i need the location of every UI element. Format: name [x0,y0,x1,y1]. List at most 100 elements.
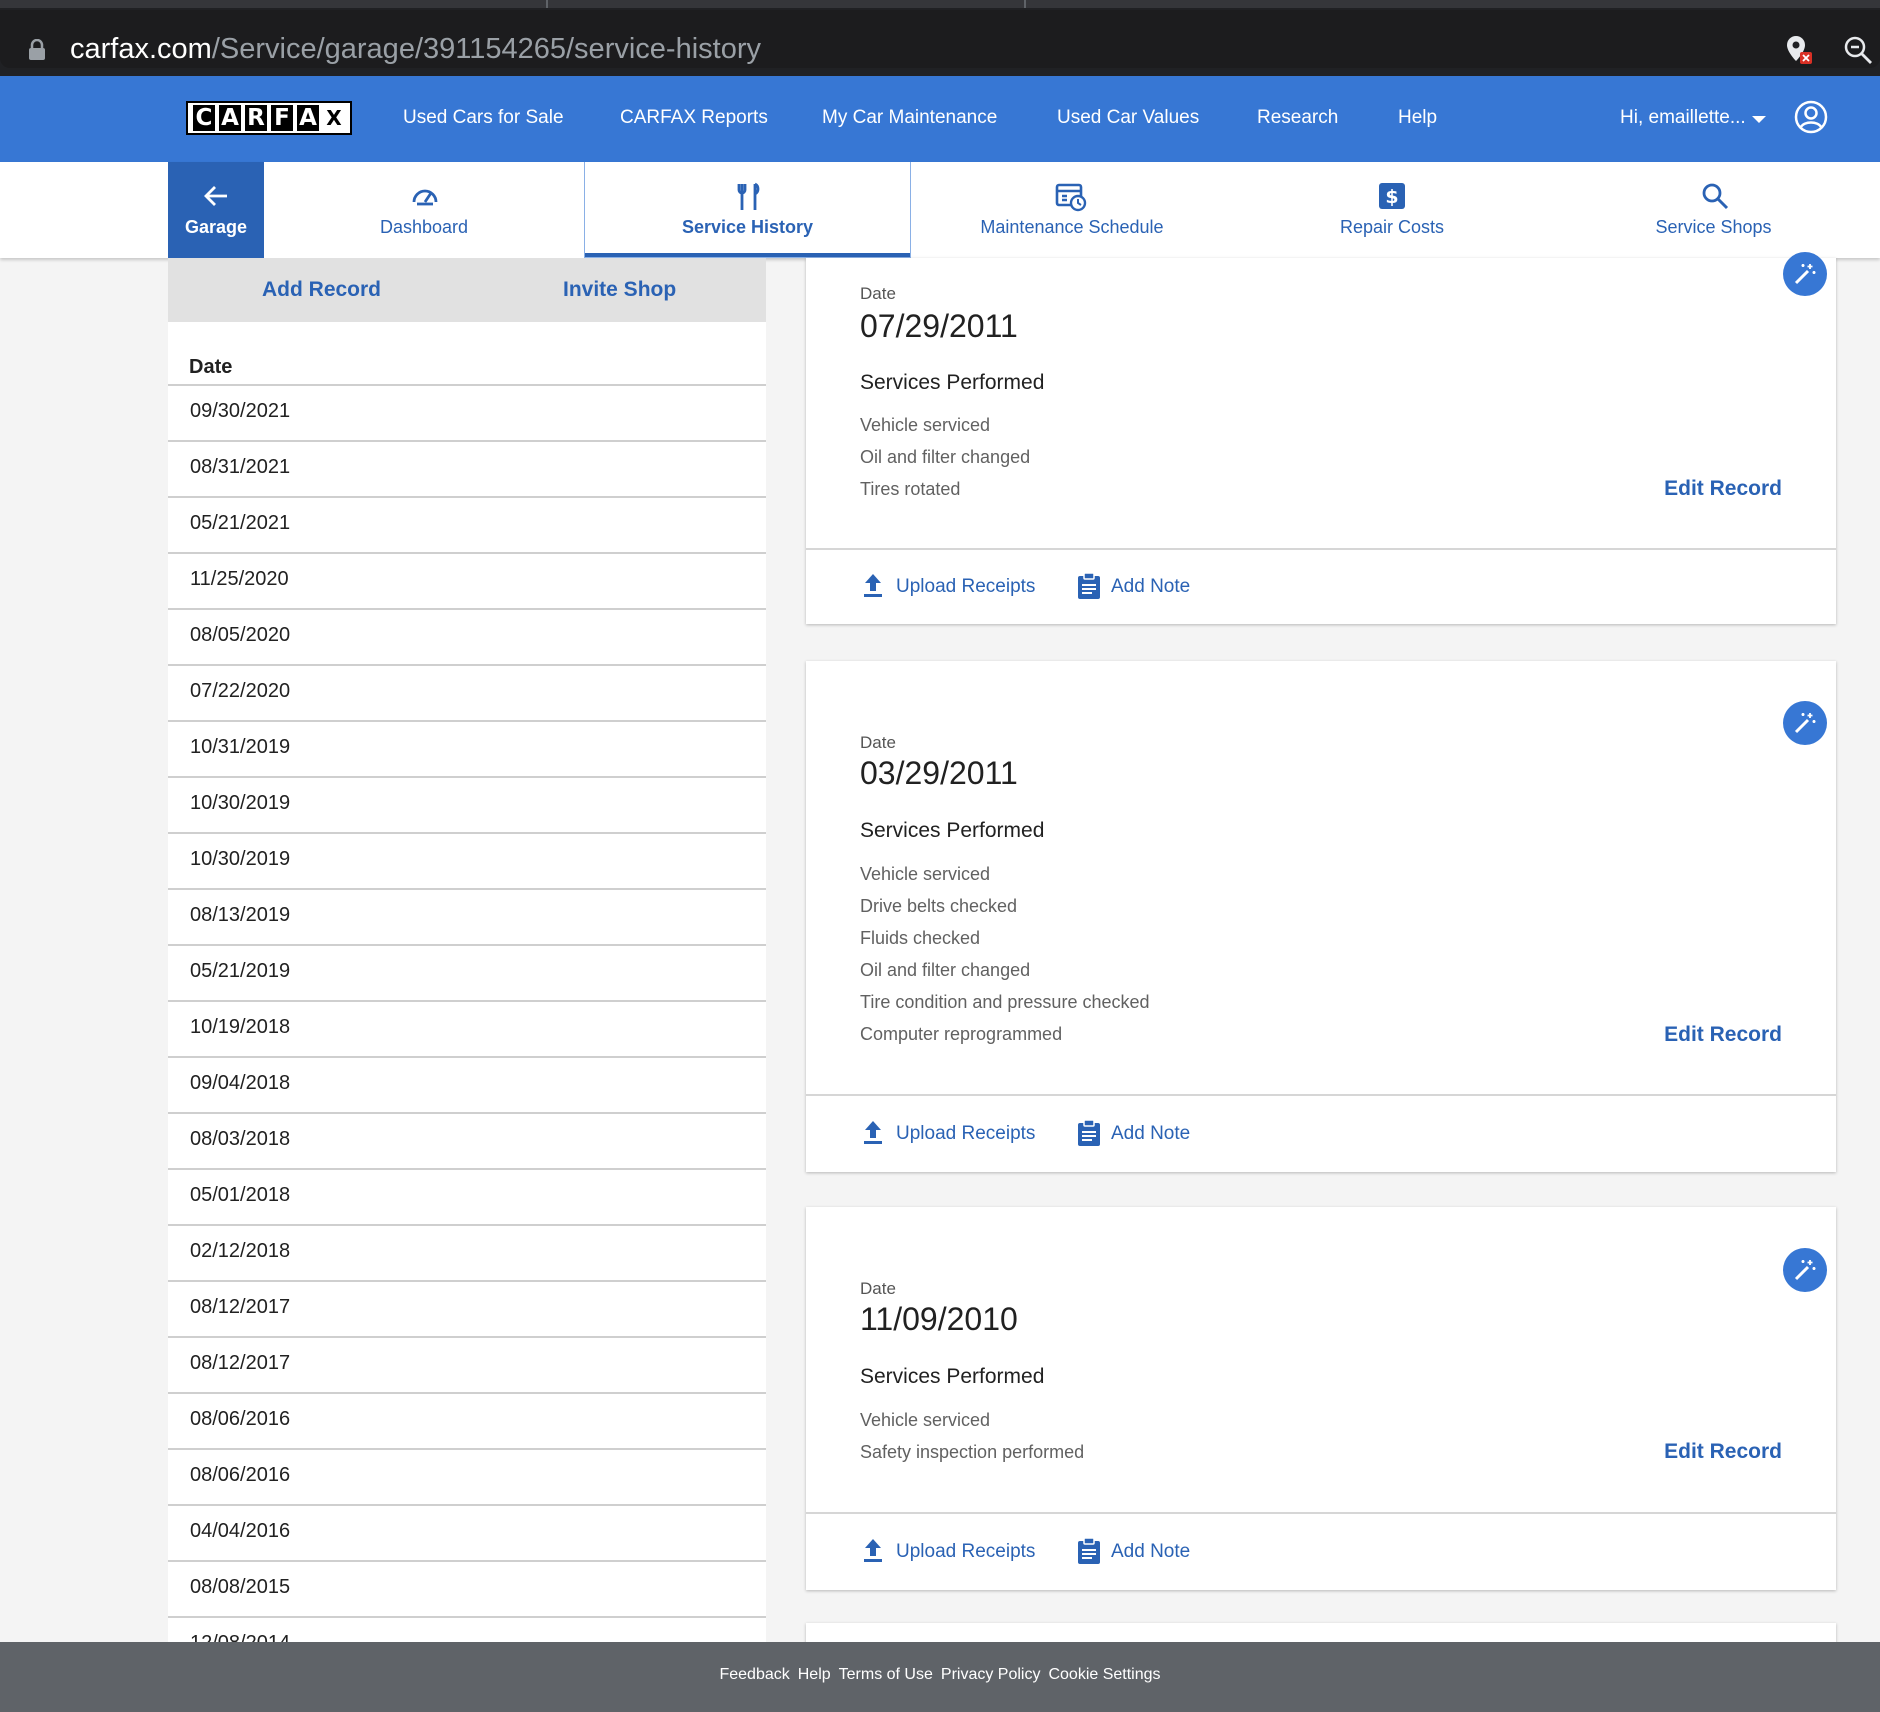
record-date-label: Date [860,733,896,752]
tab-service-shops-label: Service Shops [1655,217,1772,237]
tab-repair-costs-label: Repair Costs [1339,217,1445,237]
invite-shop-button[interactable]: Invite Shop [563,278,676,302]
nav-car-maintenance[interactable]: My Car Maintenance [822,106,997,130]
tab-maintenance-schedule[interactable]: Maintenance Schedule [911,162,1233,258]
edit-record-button[interactable]: Edit Record [1664,477,1782,501]
add-record-button[interactable]: Add Record [262,278,381,302]
date-list-item[interactable]: 08/12/2017 [168,1280,766,1336]
upload-receipts-button[interactable]: Upload Receipts [864,1539,1036,1563]
date-list-item[interactable]: 11/25/2020 [168,552,766,608]
nav-carfax-reports[interactable]: CARFAX Reports [620,106,768,130]
upload-icon [864,574,882,597]
edit-record-button[interactable]: Edit Record [1664,1440,1782,1464]
footer-link-feedback[interactable]: Feedback [719,1666,789,1683]
service-item: Safety inspection performed [860,1442,1085,1462]
svg-text:$: $ [1385,186,1398,208]
date-list-item[interactable]: 10/19/2018 [168,1000,766,1056]
browser-tab-strip [0,0,1880,8]
chevron-down-icon[interactable] [1752,116,1766,123]
date-list-item[interactable]: 05/01/2018 [168,1168,766,1224]
url-text[interactable]: carfax.com/Service/garage/391154265/serv… [70,32,761,66]
dollar-icon: $ [1379,183,1405,209]
date-list-item[interactable]: 10/30/2019 [168,776,766,832]
date-list-item[interactable]: 08/08/2015 [168,1560,766,1616]
logo-letter: C [193,105,215,131]
upload-receipts-button[interactable]: Upload Receipts [864,574,1035,598]
date-list-item[interactable]: 08/03/2018 [168,1112,766,1168]
logo-letter: X [323,105,345,131]
tab-service-history[interactable]: Service History [584,162,911,258]
magic-wand-button[interactable] [1783,252,1827,296]
record-actions-bar: Add Record Invite Shop [168,258,766,322]
logo-letter: R [245,105,267,131]
footer-link-cookie-settings[interactable]: Cookie Settings [1048,1666,1160,1683]
services-list: Vehicle serviced Drive belts checked Fluid… [860,858,1150,1050]
logo-letter: A [219,105,241,131]
service-item: Fluids checked [860,928,981,948]
service-record-card: Date 03/29/2011 Services Performed Vehic… [806,661,1836,1172]
date-list-item[interactable]: 02/12/2018 [168,1224,766,1280]
nav-research[interactable]: Research [1257,106,1338,130]
edit-record-button[interactable]: Edit Record [1664,1023,1782,1047]
clipboard-icon [1078,572,1100,599]
tab-service-history-label: Service History [681,217,814,237]
service-dates-panel: Add Record Invite Shop Date 09/30/2021 08… [168,258,766,1642]
magic-wand-icon [1794,713,1816,734]
tab-repair-costs[interactable]: $ Repair Costs [1233,162,1551,258]
date-list-item[interactable]: 05/21/2021 [168,496,766,552]
location-blocked-icon[interactable] [1784,34,1814,66]
add-note-button[interactable]: Add Note [1078,572,1191,599]
services-list: Vehicle serviced Safety inspection perfor… [860,1404,1084,1468]
services-performed-title: Services Performed [860,1365,1045,1388]
upload-receipts-button[interactable]: Upload Receipts [864,1121,1035,1145]
footer-link-help[interactable]: Help [798,1666,831,1683]
nav-used-car-values[interactable]: Used Car Values [1057,106,1199,130]
date-list-item[interactable]: 08/12/2017 [168,1336,766,1392]
tab-dashboard[interactable]: Dashboard [264,162,584,258]
date-list-item[interactable]: 08/05/2020 [168,608,766,664]
date-list-item[interactable]: 10/30/2019 [168,832,766,888]
footer-link-privacy-policy[interactable]: Privacy Policy [941,1666,1041,1683]
services-performed-title: Services Performed [860,371,1045,394]
services-performed-title: Services Performed [860,819,1045,842]
date-list-item[interactable]: 10/31/2019 [168,720,766,776]
search-icon [1702,183,1729,210]
date-list-item[interactable]: 08/31/2021 [168,440,766,496]
date-list-item[interactable]: 08/06/2016 [168,1448,766,1504]
date-list-item[interactable]: 12/08/2014 [168,1616,766,1642]
date-list-item[interactable]: 09/04/2018 [168,1056,766,1112]
add-note-label: Add Note [1111,1541,1191,1562]
magic-wand-button[interactable] [1783,1248,1827,1292]
upload-receipts-label: Upload Receipts [896,1541,1036,1562]
address-bar[interactable]: carfax.com/Service/garage/391154265/serv… [0,10,1880,68]
calendar-clock-icon [1055,183,1087,212]
tab-service-shops[interactable]: Service Shops [1551,162,1876,258]
date-list-item[interactable]: 05/21/2019 [168,944,766,1000]
add-note-button[interactable]: Add Note [1078,1537,1191,1564]
garage-back-button[interactable]: Garage [168,162,264,258]
date-list-item[interactable]: 08/06/2016 [168,1392,766,1448]
tab-dashboard-label: Dashboard [379,217,469,237]
user-menu[interactable]: Hi, emaillette... [1620,106,1746,130]
browser-toolbar: carfax.com/Service/garage/391154265/serv… [0,0,1880,76]
card-divider [806,1094,1836,1096]
date-list-item[interactable]: 09/30/2021 [168,384,766,440]
carfax-logo[interactable]: CARFAX [186,101,352,135]
date-list-item[interactable]: 07/22/2020 [168,664,766,720]
logo-letter: A [297,105,319,131]
zoom-out-icon[interactable] [1842,34,1874,66]
nav-help[interactable]: Help [1398,106,1437,130]
record-date-label: Date [860,1279,896,1298]
lock-icon [29,39,45,60]
add-note-label: Add Note [1111,576,1191,597]
date-list-item[interactable]: 08/13/2019 [168,888,766,944]
footer-link-terms-of-use[interactable]: Terms of Use [839,1666,933,1683]
upload-icon [864,1121,882,1144]
add-note-button[interactable]: Add Note [1078,1119,1190,1146]
date-list-item[interactable]: 04/04/2016 [168,1504,766,1560]
account-icon[interactable] [1794,100,1828,134]
nav-used-cars[interactable]: Used Cars for Sale [403,106,564,130]
magic-wand-button[interactable] [1783,701,1827,745]
upload-icon [864,1539,882,1562]
tab-maintenance-label: Maintenance Schedule [980,217,1164,237]
